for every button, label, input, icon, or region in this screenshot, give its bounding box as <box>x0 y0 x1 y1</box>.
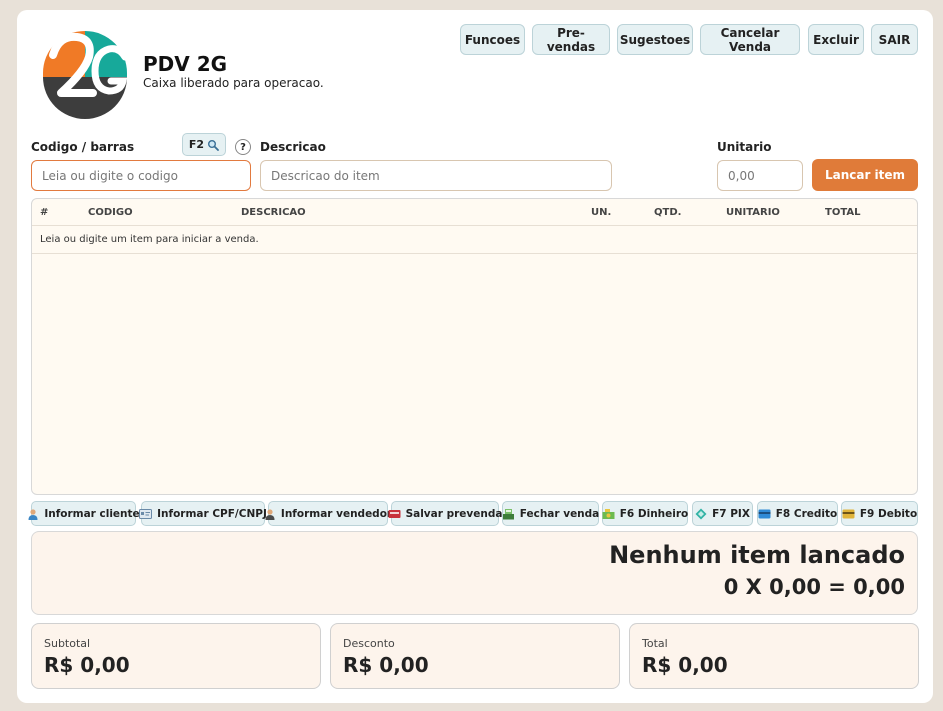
items-table: # CODIGO DESCRICAO UN. QTD. UNITARIO TOT… <box>31 198 918 495</box>
cash-register-icon <box>502 508 514 519</box>
last-item-message: Nenhum item lancado <box>609 541 905 569</box>
sair-button[interactable]: SAIR <box>871 24 918 55</box>
informar-cpf-cnpj-button[interactable]: Informar CPF/CNPJ <box>139 501 267 526</box>
unitario-label: Unitario <box>717 140 772 154</box>
funcoes-button[interactable]: Funcoes <box>460 24 525 55</box>
seller-icon <box>265 508 275 520</box>
codigo-input[interactable] <box>31 160 251 191</box>
descricao-input[interactable] <box>260 160 612 191</box>
user-icon <box>28 508 38 520</box>
f8-credito-button[interactable]: F8 Credito <box>757 501 838 526</box>
subtotal-label: Subtotal <box>44 637 91 650</box>
lancar-item-button[interactable]: Lancar item <box>812 159 918 191</box>
codigo-label: Codigo / barras <box>31 140 135 154</box>
debit-card-icon <box>842 509 855 518</box>
descricao-label: Descricao <box>260 140 326 154</box>
excluir-button[interactable]: Excluir <box>808 24 864 55</box>
salvar-prevenda-button[interactable]: Salvar prevenda <box>388 501 502 526</box>
f7-pix-button[interactable]: F7 PIX <box>692 501 753 526</box>
app-title: PDV 2G <box>143 52 228 76</box>
f6-dinheiro-button[interactable]: F6 Dinheiro <box>602 501 688 526</box>
prevendas-button[interactable]: Pre-vendas <box>532 24 610 55</box>
fechar-venda-button[interactable]: Fechar venda <box>502 501 599 526</box>
col-qtd: QTD. <box>654 207 682 218</box>
informar-vendedor-button[interactable]: Informar vendedor <box>265 501 392 526</box>
subtotal-box: Subtotal R$ 0,00 <box>31 623 321 689</box>
f2-search-button[interactable]: F2 <box>182 133 226 156</box>
desconto-value: R$ 0,00 <box>343 653 429 677</box>
sugestoes-button[interactable]: Sugestoes <box>617 24 693 55</box>
col-unitario: UNITARIO <box>726 207 780 218</box>
desconto-box: Desconto R$ 0,00 <box>330 623 620 689</box>
sale-status-panel: Nenhum item lancado 0 X 0,00 = 0,00 <box>31 531 918 615</box>
cashier-status: Caixa liberado para operacao. <box>143 76 324 90</box>
id-card-icon <box>139 508 153 519</box>
total-label: Total <box>642 637 668 650</box>
table-header: # CODIGO DESCRICAO UN. QTD. UNITARIO TOT… <box>32 199 917 226</box>
last-item-calc: 0 X 0,00 = 0,00 <box>723 575 905 599</box>
col-index: # <box>40 207 49 218</box>
f2-label: F2 <box>188 138 205 151</box>
logo <box>39 27 131 119</box>
pdv-window: PDV 2G Caixa liberado para operacao. Fun… <box>17 10 933 703</box>
col-descricao: DESCRICAO <box>241 207 306 218</box>
col-total: TOTAL <box>825 207 861 218</box>
save-icon <box>388 509 401 518</box>
informar-cliente-button[interactable]: Informar cliente <box>28 501 140 526</box>
search-icon <box>208 139 219 151</box>
help-button[interactable]: ? <box>235 139 251 155</box>
subtotal-value: R$ 0,00 <box>44 653 130 677</box>
desconto-label: Desconto <box>343 637 395 650</box>
empty-table-message: Leia ou digite um item para iniciar a ve… <box>32 226 917 254</box>
total-box: Total R$ 0,00 <box>629 623 919 689</box>
f9-debito-button[interactable]: F9 Debito <box>841 501 918 526</box>
total-value: R$ 0,00 <box>642 653 728 677</box>
col-un: UN. <box>591 207 612 218</box>
money-icon <box>602 508 615 519</box>
credit-card-icon <box>758 509 771 518</box>
pix-icon <box>695 508 707 519</box>
unitario-input[interactable] <box>717 160 803 191</box>
col-codigo: CODIGO <box>88 207 133 218</box>
cancelar-venda-button[interactable]: Cancelar Venda <box>700 24 800 55</box>
